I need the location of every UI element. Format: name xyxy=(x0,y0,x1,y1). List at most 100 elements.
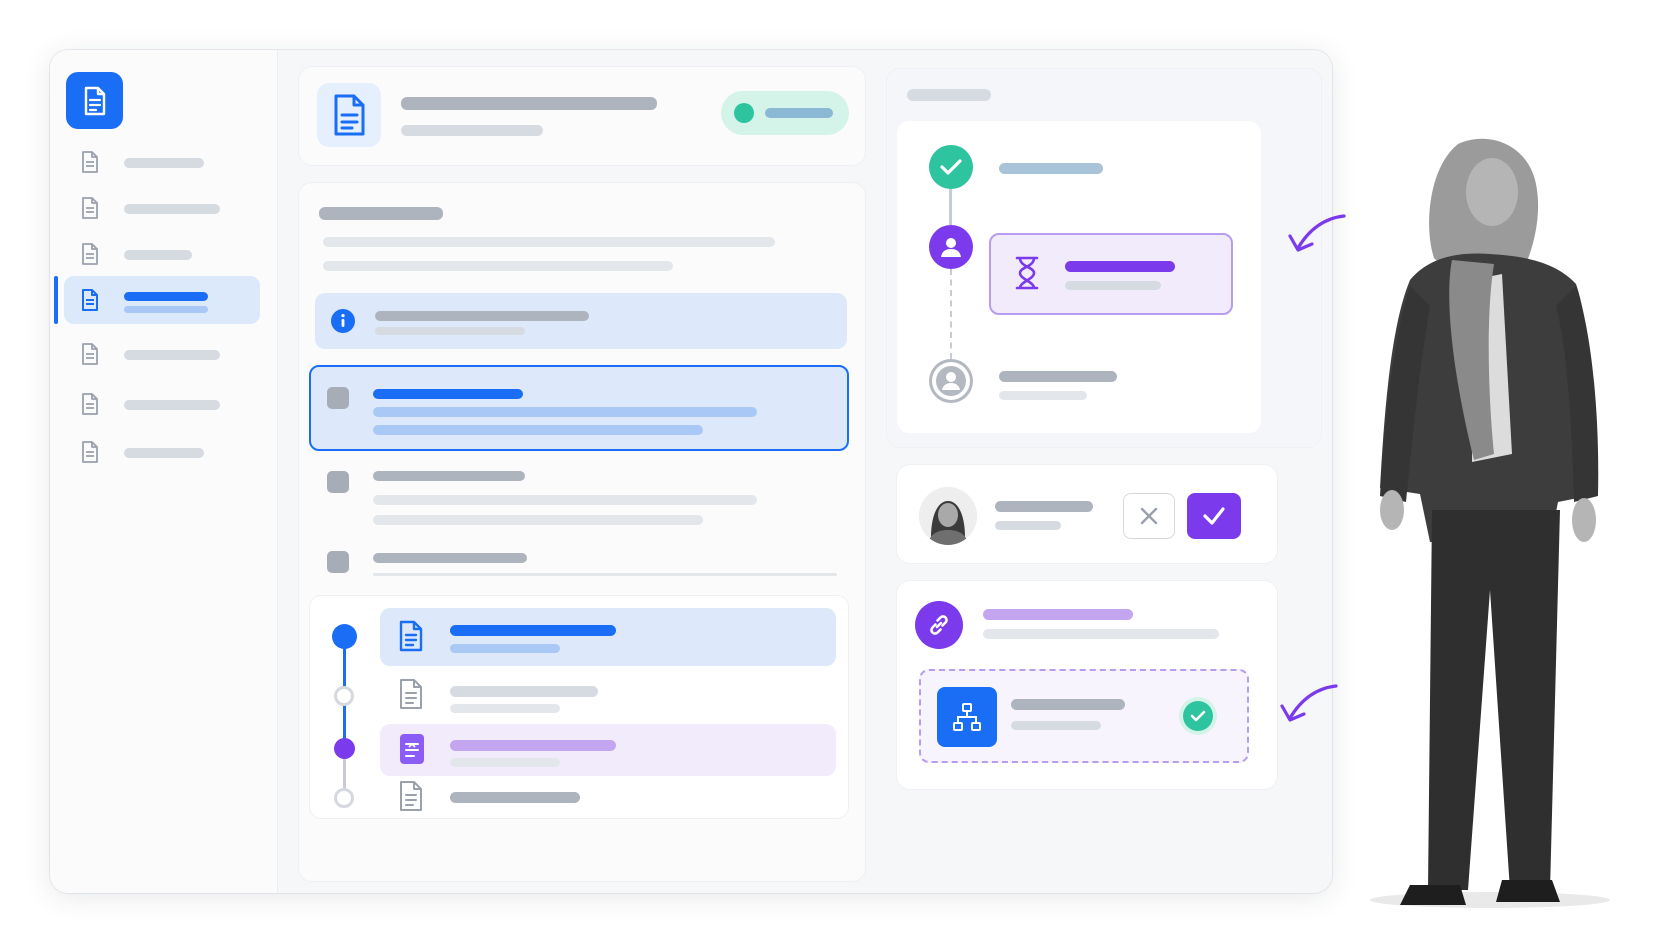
step-connector xyxy=(950,269,952,359)
item-line-placeholder xyxy=(373,515,703,525)
user-icon xyxy=(936,366,966,396)
item-line-placeholder xyxy=(373,407,757,417)
app-window xyxy=(50,50,1332,893)
reviewer-decision-card xyxy=(896,464,1278,564)
nav-label-placeholder xyxy=(124,204,220,214)
entry-subtitle-placeholder xyxy=(450,758,560,767)
step-label-placeholder xyxy=(999,163,1103,174)
item-checkbox[interactable] xyxy=(327,387,349,409)
pending-title-placeholder xyxy=(1065,261,1175,272)
item-title-placeholder xyxy=(373,389,523,399)
nav-sublabel-placeholder xyxy=(124,306,208,313)
reviewer-role-placeholder xyxy=(995,521,1061,530)
panel-heading-placeholder xyxy=(907,89,991,101)
reviewer-avatar xyxy=(919,487,977,545)
next-approver-avatar xyxy=(929,359,973,403)
status-label-placeholder xyxy=(765,108,833,118)
document-icon xyxy=(82,289,98,311)
entry-title-placeholder xyxy=(450,792,580,803)
step-label-placeholder xyxy=(999,371,1117,382)
active-indicator xyxy=(54,276,58,324)
list-item[interactable] xyxy=(309,541,849,577)
nav-label-placeholder xyxy=(124,292,208,301)
timeline-entry-purple[interactable] xyxy=(380,724,836,776)
status-badge[interactable] xyxy=(721,91,849,135)
document-title-placeholder xyxy=(401,97,657,110)
pending-subtitle-placeholder xyxy=(1065,281,1161,290)
nav-label-placeholder xyxy=(124,448,204,458)
document-icon xyxy=(399,620,423,652)
sidebar-item-4-active[interactable] xyxy=(64,276,260,324)
nav-label-placeholder xyxy=(124,158,204,168)
workflow-title-placeholder xyxy=(1011,699,1125,710)
step-sublabel-placeholder xyxy=(999,391,1087,400)
entry-subtitle-placeholder xyxy=(450,644,560,653)
item-title-placeholder xyxy=(373,553,527,563)
user-icon xyxy=(941,238,961,257)
timeline-node xyxy=(334,788,354,808)
info-banner xyxy=(315,293,847,349)
sidebar-item-3[interactable] xyxy=(64,230,260,278)
sidebar-item-7[interactable] xyxy=(64,428,260,476)
item-checkbox[interactable] xyxy=(327,551,349,573)
annotation-arrow-icon xyxy=(1280,684,1338,722)
person-photo xyxy=(1370,138,1610,908)
linked-workflow-card xyxy=(896,580,1278,790)
version-timeline xyxy=(309,595,849,819)
timeline-node-current xyxy=(332,624,357,649)
document-icon xyxy=(82,343,98,365)
sidebar-item-5[interactable] xyxy=(64,330,260,378)
entry-subtitle-placeholder xyxy=(450,704,560,713)
dot-icon xyxy=(734,103,754,123)
document-header xyxy=(298,66,866,166)
timeline-entry-current[interactable] xyxy=(380,608,836,666)
entry-title-placeholder xyxy=(450,686,598,697)
sidebar-item-1[interactable] xyxy=(64,138,260,186)
sidebar-item-6[interactable] xyxy=(64,380,260,428)
reviewer-name-placeholder xyxy=(995,501,1093,512)
document-thumbnail xyxy=(317,83,381,147)
check-circle-icon xyxy=(929,145,973,189)
nav-label-placeholder xyxy=(124,400,220,410)
current-approver-avatar xyxy=(929,225,973,269)
document-subtitle-placeholder xyxy=(401,125,543,136)
document-icon xyxy=(400,781,422,811)
document-icon xyxy=(82,441,98,463)
document-icon xyxy=(82,243,98,265)
link-title-placeholder xyxy=(983,609,1133,620)
link-badge[interactable] xyxy=(915,601,963,649)
item-line-placeholder xyxy=(373,573,837,576)
document-icon xyxy=(82,393,98,415)
text-line xyxy=(323,261,673,271)
document-icon xyxy=(84,86,105,115)
content-panel xyxy=(298,182,866,882)
entry-title-placeholder xyxy=(450,625,616,636)
link-icon xyxy=(930,615,948,635)
timeline-node-active xyxy=(334,738,355,759)
selected-list-item[interactable] xyxy=(309,365,849,451)
document-icon xyxy=(334,94,365,136)
text-line xyxy=(323,237,775,247)
info-subtext-placeholder xyxy=(375,327,525,335)
nav-label-placeholder xyxy=(124,350,220,360)
pending-approval-box[interactable] xyxy=(989,233,1233,315)
list-item[interactable] xyxy=(309,461,849,531)
approve-button[interactable] xyxy=(1187,493,1241,539)
hierarchy-icon xyxy=(953,703,981,731)
info-icon xyxy=(331,309,355,333)
sidebar-item-2[interactable] xyxy=(64,184,260,232)
link-subtitle-placeholder xyxy=(983,629,1219,639)
entry-title-placeholder xyxy=(450,740,616,751)
app-logo[interactable] xyxy=(66,72,123,129)
item-checkbox[interactable] xyxy=(327,471,349,493)
workflow-subtitle-placeholder xyxy=(1011,721,1101,730)
workflow-tile xyxy=(937,687,997,747)
section-heading-placeholder xyxy=(319,207,443,220)
step-connector xyxy=(949,189,952,225)
reject-button[interactable] xyxy=(1123,493,1175,539)
document-icon xyxy=(82,151,98,173)
approval-panel xyxy=(886,68,1322,448)
sidebar xyxy=(50,50,278,893)
workflow-dropzone[interactable] xyxy=(919,669,1249,763)
workflow-status xyxy=(1179,697,1217,735)
